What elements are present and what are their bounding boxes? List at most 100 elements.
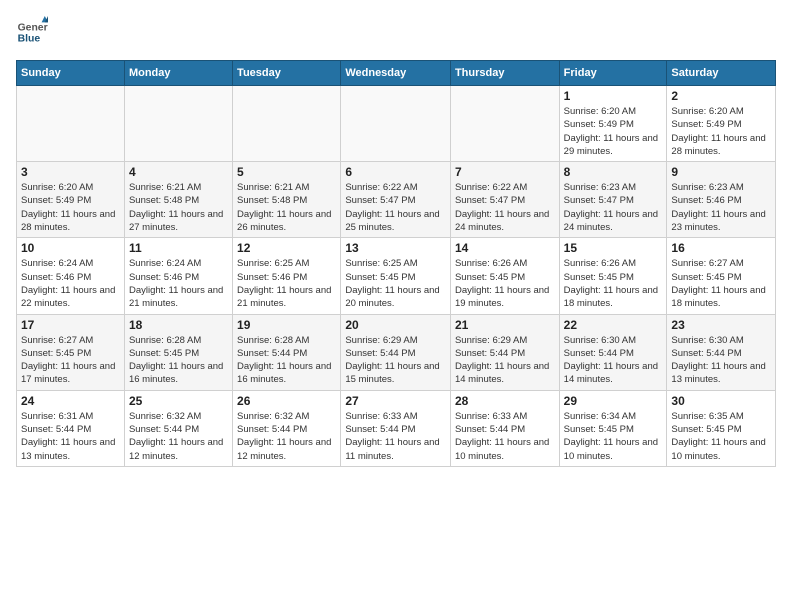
calendar-week-2: 3Sunrise: 6:20 AM Sunset: 5:49 PM Daylig…	[17, 162, 776, 238]
day-info: Sunrise: 6:28 AM Sunset: 5:44 PM Dayligh…	[237, 334, 336, 387]
calendar-cell: 23 Sunrise: 6:30 AM Sunset: 5:44 PM Dayli…	[667, 314, 776, 390]
day-info: Sunrise: 6:21 AM Sunset: 5:48 PM Dayligh…	[129, 181, 228, 234]
calendar-week-5: 24Sunrise: 6:31 AM Sunset: 5:44 PM Dayli…	[17, 390, 776, 466]
day-info: Sunrise: 6:35 AM Sunset: 5:45 PM Dayligh…	[671, 410, 771, 463]
day-header-wednesday: Wednesday	[341, 61, 451, 86]
day-header-tuesday: Tuesday	[233, 61, 341, 86]
calendar-week-4: 17 Sunrise: 6:27 AM Sunset: 5:45 PM Dayli…	[17, 314, 776, 390]
day-number: 24	[21, 394, 120, 408]
day-header-thursday: Thursday	[450, 61, 559, 86]
calendar-cell	[124, 86, 232, 162]
calendar-cell: 27Sunrise: 6:33 AM Sunset: 5:44 PM Dayli…	[341, 390, 451, 466]
calendar-cell: 1Sunrise: 6:20 AM Sunset: 5:49 PM Daylig…	[559, 86, 667, 162]
calendar-cell: 14 Sunrise: 6:26 AM Sunset: 5:45 PM Dayli…	[450, 238, 559, 314]
calendar-cell: 5 Sunrise: 6:21 AM Sunset: 5:48 PM Daylig…	[233, 162, 341, 238]
day-info: Sunrise: 6:33 AM Sunset: 5:44 PM Dayligh…	[345, 410, 446, 463]
day-info: Sunrise: 6:30 AM Sunset: 5:44 PM Dayligh…	[564, 334, 663, 387]
calendar-cell: 15Sunrise: 6:26 AM Sunset: 5:45 PM Dayli…	[559, 238, 667, 314]
day-info: Sunrise: 6:29 AM Sunset: 5:44 PM Dayligh…	[345, 334, 446, 387]
day-number: 8	[564, 165, 663, 179]
calendar-cell: 29Sunrise: 6:34 AM Sunset: 5:45 PM Dayli…	[559, 390, 667, 466]
calendar-cell: 26 Sunrise: 6:32 AM Sunset: 5:44 PM Dayli…	[233, 390, 341, 466]
calendar-cell: 3Sunrise: 6:20 AM Sunset: 5:49 PM Daylig…	[17, 162, 125, 238]
calendar-cell: 8 Sunrise: 6:23 AM Sunset: 5:47 PM Daylig…	[559, 162, 667, 238]
day-number: 5	[237, 165, 336, 179]
calendar-cell	[17, 86, 125, 162]
day-number: 12	[237, 241, 336, 255]
logo: General Blue	[16, 16, 48, 48]
day-number: 14	[455, 241, 555, 255]
calendar-cell: 22 Sunrise: 6:30 AM Sunset: 5:44 PM Dayli…	[559, 314, 667, 390]
day-info: Sunrise: 6:21 AM Sunset: 5:48 PM Dayligh…	[237, 181, 336, 234]
day-number: 30	[671, 394, 771, 408]
day-number: 28	[455, 394, 555, 408]
day-number: 22	[564, 318, 663, 332]
day-number: 29	[564, 394, 663, 408]
day-number: 20	[345, 318, 446, 332]
day-header-monday: Monday	[124, 61, 232, 86]
day-info: Sunrise: 6:32 AM Sunset: 5:44 PM Dayligh…	[237, 410, 336, 463]
day-info: Sunrise: 6:25 AM Sunset: 5:45 PM Dayligh…	[345, 257, 446, 310]
day-info: Sunrise: 6:24 AM Sunset: 5:46 PM Dayligh…	[129, 257, 228, 310]
calendar-cell: 2 Sunrise: 6:20 AM Sunset: 5:49 PM Daylig…	[667, 86, 776, 162]
days-header-row: SundayMondayTuesdayWednesdayThursdayFrid…	[17, 61, 776, 86]
calendar-cell: 4Sunrise: 6:21 AM Sunset: 5:48 PM Daylig…	[124, 162, 232, 238]
calendar-cell: 6 Sunrise: 6:22 AM Sunset: 5:47 PM Daylig…	[341, 162, 451, 238]
calendar-cell	[341, 86, 451, 162]
day-number: 13	[345, 241, 446, 255]
day-number: 9	[671, 165, 771, 179]
day-info: Sunrise: 6:27 AM Sunset: 5:45 PM Dayligh…	[671, 257, 771, 310]
day-info: Sunrise: 6:26 AM Sunset: 5:45 PM Dayligh…	[455, 257, 555, 310]
calendar-table: SundayMondayTuesdayWednesdayThursdayFrid…	[16, 60, 776, 467]
page-header: General Blue	[16, 16, 776, 48]
calendar-cell	[450, 86, 559, 162]
day-number: 7	[455, 165, 555, 179]
day-number: 19	[237, 318, 336, 332]
day-number: 2	[671, 89, 771, 103]
svg-text:Blue: Blue	[18, 34, 41, 45]
day-number: 11	[129, 241, 228, 255]
calendar-cell: 16 Sunrise: 6:27 AM Sunset: 5:45 PM Dayli…	[667, 238, 776, 314]
day-number: 15	[564, 241, 663, 255]
day-header-friday: Friday	[559, 61, 667, 86]
day-number: 10	[21, 241, 120, 255]
day-number: 3	[21, 165, 120, 179]
day-info: Sunrise: 6:28 AM Sunset: 5:45 PM Dayligh…	[129, 334, 228, 387]
day-info: Sunrise: 6:27 AM Sunset: 5:45 PM Dayligh…	[21, 334, 120, 387]
calendar-cell: 19 Sunrise: 6:28 AM Sunset: 5:44 PM Dayli…	[233, 314, 341, 390]
day-number: 25	[129, 394, 228, 408]
calendar-cell: 10 Sunrise: 6:24 AM Sunset: 5:46 PM Dayli…	[17, 238, 125, 314]
day-info: Sunrise: 6:23 AM Sunset: 5:46 PM Dayligh…	[671, 181, 771, 234]
day-number: 21	[455, 318, 555, 332]
day-number: 18	[129, 318, 228, 332]
day-info: Sunrise: 6:22 AM Sunset: 5:47 PM Dayligh…	[345, 181, 446, 234]
calendar-cell	[233, 86, 341, 162]
day-info: Sunrise: 6:23 AM Sunset: 5:47 PM Dayligh…	[564, 181, 663, 234]
calendar-cell: 24Sunrise: 6:31 AM Sunset: 5:44 PM Dayli…	[17, 390, 125, 466]
day-number: 17	[21, 318, 120, 332]
calendar-cell: 25 Sunrise: 6:32 AM Sunset: 5:44 PM Dayli…	[124, 390, 232, 466]
day-info: Sunrise: 6:30 AM Sunset: 5:44 PM Dayligh…	[671, 334, 771, 387]
day-number: 16	[671, 241, 771, 255]
calendar-cell: 21 Sunrise: 6:29 AM Sunset: 5:44 PM Dayli…	[450, 314, 559, 390]
day-number: 6	[345, 165, 446, 179]
day-number: 23	[671, 318, 771, 332]
calendar-cell: 11 Sunrise: 6:24 AM Sunset: 5:46 PM Dayli…	[124, 238, 232, 314]
day-header-sunday: Sunday	[17, 61, 125, 86]
day-info: Sunrise: 6:20 AM Sunset: 5:49 PM Dayligh…	[671, 105, 771, 158]
calendar-cell: 17 Sunrise: 6:27 AM Sunset: 5:45 PM Dayli…	[17, 314, 125, 390]
day-info: Sunrise: 6:20 AM Sunset: 5:49 PM Dayligh…	[564, 105, 663, 158]
calendar-cell: 28 Sunrise: 6:33 AM Sunset: 5:44 PM Dayli…	[450, 390, 559, 466]
day-info: Sunrise: 6:25 AM Sunset: 5:46 PM Dayligh…	[237, 257, 336, 310]
day-info: Sunrise: 6:33 AM Sunset: 5:44 PM Dayligh…	[455, 410, 555, 463]
day-info: Sunrise: 6:24 AM Sunset: 5:46 PM Dayligh…	[21, 257, 120, 310]
calendar-cell: 30 Sunrise: 6:35 AM Sunset: 5:45 PM Dayli…	[667, 390, 776, 466]
day-info: Sunrise: 6:32 AM Sunset: 5:44 PM Dayligh…	[129, 410, 228, 463]
calendar-cell: 12 Sunrise: 6:25 AM Sunset: 5:46 PM Dayli…	[233, 238, 341, 314]
day-info: Sunrise: 6:29 AM Sunset: 5:44 PM Dayligh…	[455, 334, 555, 387]
calendar-cell: 20 Sunrise: 6:29 AM Sunset: 5:44 PM Dayli…	[341, 314, 451, 390]
calendar-cell: 9 Sunrise: 6:23 AM Sunset: 5:46 PM Daylig…	[667, 162, 776, 238]
day-info: Sunrise: 6:22 AM Sunset: 5:47 PM Dayligh…	[455, 181, 555, 234]
day-number: 26	[237, 394, 336, 408]
calendar-cell: 7 Sunrise: 6:22 AM Sunset: 5:47 PM Daylig…	[450, 162, 559, 238]
